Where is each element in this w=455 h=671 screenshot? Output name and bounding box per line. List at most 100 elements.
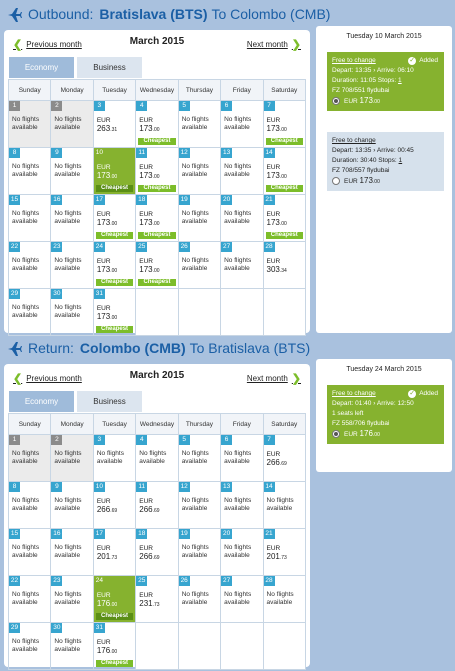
fare-radio[interactable] <box>332 177 340 186</box>
next-month-link[interactable]: Next month ❯ <box>247 38 305 51</box>
outbound-label: Outbound: <box>28 6 94 22</box>
fare-decimal: .00 <box>110 315 118 321</box>
day-number: 10 <box>93 148 105 158</box>
cheapest-badge: Cheapest <box>138 185 176 192</box>
day-cell[interactable]: 17 EUR 173.00 Cheapest <box>93 195 135 241</box>
next-month-link[interactable]: Next month ❯ <box>247 372 305 385</box>
fare-radio[interactable] <box>332 430 340 439</box>
day-cell[interactable]: 18 EUR 173.00 Cheapest <box>136 195 177 241</box>
fare-decimal: .00 <box>110 268 118 274</box>
stops-link[interactable]: 1 <box>398 77 402 84</box>
day-cell[interactable]: 3 EUR 263.31 <box>93 101 135 147</box>
tab-business[interactable]: Business <box>77 57 142 78</box>
day-cell[interactable]: 14 No flights available <box>263 482 305 528</box>
day-cell[interactable]: 25 EUR 173.00 Cheapest <box>136 242 177 288</box>
day-cell[interactable]: 23 No flights available <box>51 242 92 288</box>
day-cell[interactable]: 15 No flights available <box>9 195 50 241</box>
day-cell[interactable]: 8 No flights available <box>9 482 50 528</box>
day-cell[interactable]: 19 No flights available <box>178 195 220 241</box>
day-cell[interactable]: 14 EUR 173.00 Cheapest <box>263 148 305 194</box>
day-cell[interactable]: 13 No flights available <box>221 482 262 528</box>
flight-number: FZ 708/557 flydubai <box>332 167 390 174</box>
no-flights-line: No flights <box>54 210 82 217</box>
day-cell[interactable]: 15 No flights available <box>9 529 50 575</box>
day-cell[interactable]: 16 No flights available <box>51 529 92 575</box>
day-number: 20 <box>221 195 233 205</box>
day-cell[interactable]: 27 No flights available <box>221 576 262 622</box>
day-cell[interactable]: 26 No flights available <box>178 242 220 288</box>
day-cell[interactable]: 22 No flights available <box>9 242 50 288</box>
fare: EUR 173.00 <box>97 258 117 275</box>
day-cell[interactable]: 4 No flights available <box>136 435 177 481</box>
previous-month-link[interactable]: ❮ Previous month <box>9 372 82 385</box>
fare: EUR 173.00 <box>139 258 159 275</box>
fare-radio[interactable] <box>332 97 340 106</box>
day-cell[interactable]: 30 No flights available <box>51 623 92 669</box>
day-cell[interactable]: 27 No flights available <box>221 242 262 288</box>
fare-integer: 173 <box>96 218 111 227</box>
day-cell[interactable]: 25 EUR 231.73 <box>136 576 177 622</box>
day-cell[interactable]: 19 No flights available <box>178 529 220 575</box>
day-cell[interactable]: 22 No flights available <box>9 576 50 622</box>
day-cell[interactable]: 5 No flights available <box>178 101 220 147</box>
free-to-change-link[interactable]: Free to change <box>332 136 439 146</box>
day-cell[interactable]: 16 No flights available <box>51 195 92 241</box>
fare: EUR 266.69 <box>139 498 159 515</box>
tab-business[interactable]: Business <box>77 391 142 412</box>
day-cell[interactable]: 29 No flights available <box>9 289 50 335</box>
tab-economy[interactable]: Economy <box>9 57 74 78</box>
flight-option[interactable]: Free to change ✓ Added Depart: 01:40 › Arri… <box>327 385 444 444</box>
no-flights-line: available <box>181 265 208 272</box>
day-cell[interactable]: 13 No flights available <box>221 148 262 194</box>
day-cell[interactable]: 28 EUR 303.34 <box>263 242 305 288</box>
no-flights-line: available <box>224 265 250 272</box>
day-cell[interactable]: 20 No flights available <box>221 195 262 241</box>
day-cell[interactable]: 6 No flights available <box>221 435 262 481</box>
fare: EUR 266.69 <box>97 498 117 515</box>
check-icon: ✓ <box>408 390 417 398</box>
day-cell[interactable]: 20 No flights available <box>221 529 262 575</box>
day-cell[interactable]: 24 EUR 176.00 Cheapest <box>93 576 136 622</box>
empty-cell <box>136 623 178 669</box>
day-cell[interactable]: 21 EUR 173.00 Cheapest <box>263 195 305 241</box>
day-cell[interactable]: 31 EUR 176.00 Cheapest <box>93 623 135 669</box>
day-cell[interactable]: 23 No flights available <box>51 576 92 622</box>
previous-month-link[interactable]: ❮ Previous month <box>9 38 82 51</box>
day-cell[interactable]: 3 No flights available <box>93 435 135 481</box>
day-cell[interactable]: 11 EUR 266.69 <box>136 482 177 528</box>
day-cell[interactable]: 31 EUR 173.00 Cheapest <box>93 289 135 335</box>
day-cell[interactable]: 4 EUR 173.00 Cheapest <box>136 101 177 147</box>
stops-link[interactable]: 1 <box>399 157 403 164</box>
fare-decimal: .00 <box>110 221 118 227</box>
weekday-header: Wednesday <box>135 413 179 435</box>
no-flights-line: No flights <box>266 591 294 598</box>
flight-option[interactable]: Free to change ✓ Added Depart: 13:35 › Arri… <box>327 52 444 111</box>
day-cell[interactable]: 11 EUR 173.00 Cheapest <box>136 148 177 194</box>
day-cell[interactable]: 7 EUR 173.00 Cheapest <box>263 101 305 147</box>
day-number: 28 <box>263 242 275 252</box>
day-cell[interactable]: 29 No flights available <box>9 623 50 669</box>
stops-label: Stops: <box>377 77 397 84</box>
day-cell[interactable]: 12 No flights available <box>178 148 220 194</box>
day-cell[interactable]: 30 No flights available <box>51 289 92 335</box>
flight-option[interactable]: Free to change Depart: 13:35 › Arrive: 00… <box>327 132 444 191</box>
tab-economy[interactable]: Economy <box>9 391 74 412</box>
day-cell[interactable]: 10 EUR 173.00 Cheapest <box>93 148 136 194</box>
day-cell[interactable]: 10 EUR 266.69 <box>93 482 135 528</box>
day-cell[interactable]: 12 No flights available <box>178 482 220 528</box>
day-cell[interactable]: 8 No flights available <box>9 148 50 194</box>
fare-decimal: .00 <box>152 221 160 227</box>
day-cell[interactable]: 21 EUR 201.73 <box>263 529 305 575</box>
day-cell[interactable]: 7 EUR 266.69 <box>263 435 305 481</box>
day-cell[interactable]: 18 EUR 266.69 <box>136 529 177 575</box>
day-number: 26 <box>178 576 190 586</box>
day-cell[interactable]: 26 No flights available <box>178 576 220 622</box>
day-cell[interactable]: 24 EUR 173.00 Cheapest <box>93 242 135 288</box>
day-cell[interactable]: 28 No flights available <box>263 576 305 622</box>
day-cell[interactable]: 5 No flights available <box>178 435 220 481</box>
day-number: 6 <box>221 101 233 111</box>
day-cell[interactable]: 17 EUR 201.73 <box>93 529 135 575</box>
day-cell[interactable]: 9 No flights available <box>51 482 92 528</box>
day-cell[interactable]: 6 No flights available <box>221 101 262 147</box>
day-cell[interactable]: 9 No flights available <box>51 148 92 194</box>
